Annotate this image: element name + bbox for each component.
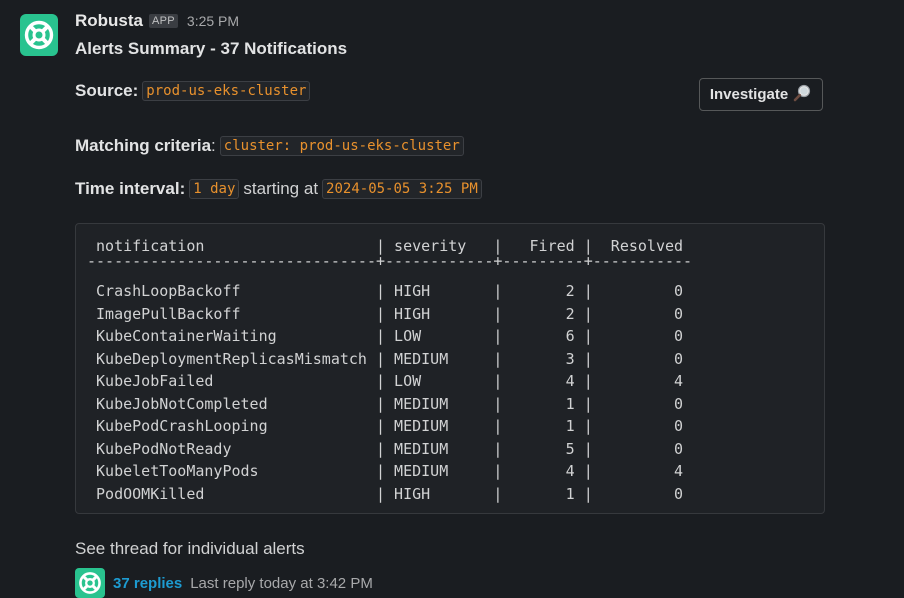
table-row: KubePodNotReady | MEDIUM | 5 | 0 — [87, 439, 684, 458]
investigate-button[interactable]: Investigate — [699, 78, 823, 111]
last-reply-time: Last reply today at 3:42 PM — [190, 574, 373, 592]
app-badge: APP — [149, 14, 178, 28]
alerts-table: notification | severity | Fired | Resolv… — [75, 223, 825, 514]
table-row: KubeJobNotCompleted | MEDIUM | 1 | 0 — [87, 394, 684, 413]
table-row: KubeJobFailed | LOW | 4 | 4 — [87, 372, 684, 390]
table-row: PodOOMKilled | HIGH | 1 | 0 — [87, 484, 684, 503]
interval-value: 1 day — [189, 179, 240, 199]
criteria-value: cluster: prod-us-eks-cluster — [219, 136, 464, 156]
table-separator: --------------------------------+-------… — [87, 251, 693, 270]
interval-row: Time interval: 1 day starting at 2024-05… — [75, 179, 482, 199]
criteria-colon: : — [211, 136, 216, 155]
robusta-logo-icon[interactable] — [20, 14, 58, 56]
source-label: Source: — [75, 81, 139, 100]
interval-start: 2024-05-05 3:25 PM — [322, 179, 482, 199]
table-row: KubeContainerWaiting | LOW | 6 | 0 — [87, 327, 684, 345]
table-row: KubeletTooManyPods | MEDIUM | 4 | 4 — [87, 462, 684, 480]
table-row: KubeDeploymentReplicasMismatch | MEDIUM … — [87, 349, 684, 368]
message-timestamp[interactable]: 3:25 PM — [187, 13, 239, 29]
table-row: ImagePullBackoff | HIGH | 2 | 0 — [87, 304, 684, 323]
alerts-table-text: notification | severity | Fired | Resolv… — [87, 235, 692, 505]
thread-note: See thread for individual alerts — [75, 539, 305, 558]
source-row: Source: prod-us-eks-cluster — [75, 81, 311, 101]
interval-label: Time interval: — [75, 179, 186, 198]
source-value: prod-us-eks-cluster — [142, 81, 311, 101]
criteria-row: Matching criteria: cluster: prod-us-eks-… — [75, 136, 464, 156]
table-row: CrashLoopBackoff | HIGH | 2 | 0 — [87, 282, 684, 300]
thread-replies: 37 replies Last reply today at 3:42 PM — [75, 568, 373, 598]
message-title: Alerts Summary - 37 Notifications — [75, 39, 348, 58]
replies-link[interactable]: 37 replies — [113, 575, 182, 592]
investigate-label: Investigate — [709, 86, 789, 103]
message-header: Robusta APP 3:25 PM — [75, 11, 239, 31]
magnifying-glass-icon — [792, 83, 812, 107]
criteria-label: Matching criteria — [75, 136, 212, 155]
table-row: KubePodCrashLooping | MEDIUM | 1 | 0 — [87, 417, 684, 435]
reply-avatar-icon[interactable] — [75, 568, 105, 598]
interval-mid-text: starting at — [243, 179, 319, 198]
sender-name[interactable]: Robusta — [75, 11, 143, 31]
